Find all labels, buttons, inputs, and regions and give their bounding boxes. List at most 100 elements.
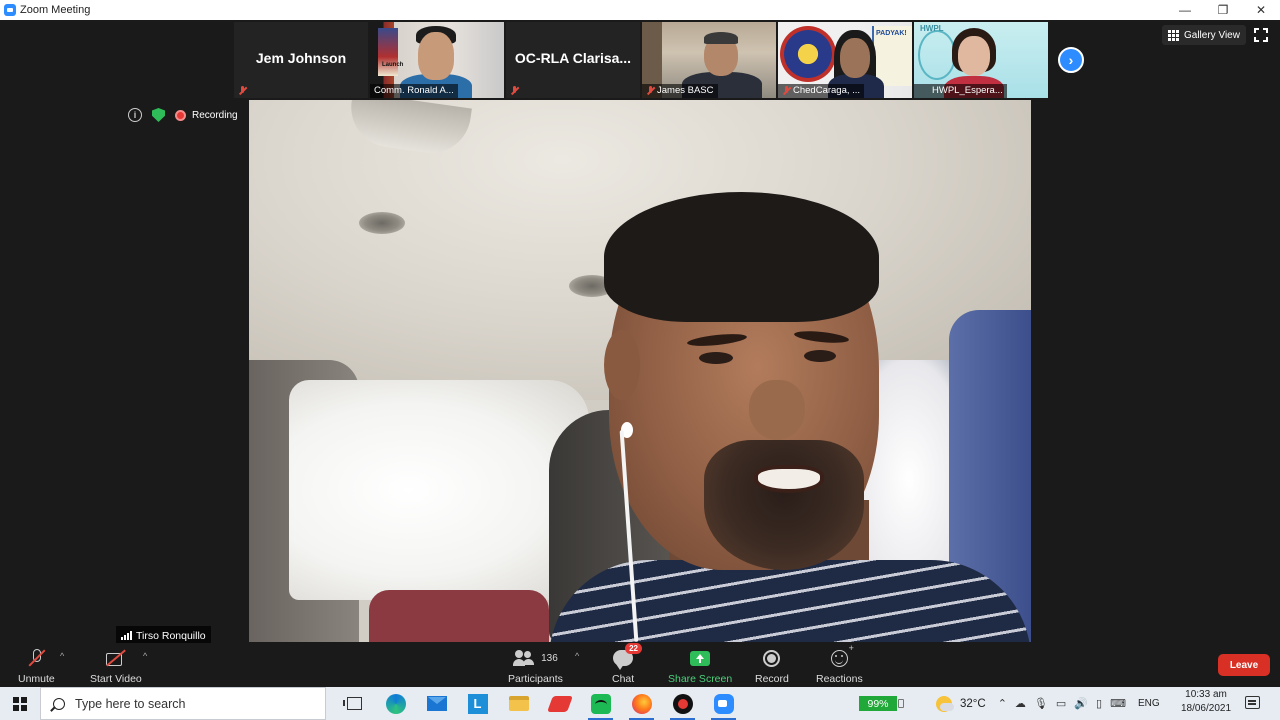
mail-app[interactable]: [416, 687, 457, 720]
window-controls: — ❐ ✕: [1166, 0, 1280, 20]
edge-app[interactable]: [375, 687, 416, 720]
participant-tile[interactable]: Launch Comm. Ronald A...: [370, 22, 504, 98]
video-off-icon: [105, 650, 127, 666]
zoom-window: Zoom Meeting — ❐ ✕ Jem Johnson Launch Co…: [0, 0, 1280, 720]
leave-button[interactable]: Leave: [1218, 654, 1270, 676]
edge-icon: [385, 693, 406, 714]
unmute-button[interactable]: Unmute: [18, 647, 55, 685]
striped-shirt: [549, 560, 1031, 642]
system-tray: 32°C ⌃ ☁ 🎙 ▭ 🔊 ▯ ⌨ ENG: [936, 687, 1160, 720]
taskbar-apps: L: [334, 687, 744, 720]
cloud-icon[interactable]: ☁: [1015, 697, 1026, 710]
signal-strength-icon: [121, 631, 132, 640]
start-button[interactable]: [0, 687, 40, 720]
participant-tile[interactable]: PADYAK! ChedCaraga, ...: [778, 22, 912, 98]
fullscreen-button[interactable]: [1254, 28, 1268, 42]
participant-strip: Jem Johnson Launch Comm. Ronald A... OC-…: [234, 22, 1048, 98]
participant-tile[interactable]: James BASC: [642, 22, 776, 98]
share-screen-button[interactable]: Share Screen: [668, 647, 732, 685]
active-speaker-video: [249, 100, 1031, 642]
participant-tile[interactable]: HWPL HWPL_Espera...: [914, 22, 1048, 98]
clock-date: 18/06/2021: [1180, 703, 1232, 714]
mic-muted-icon: [238, 86, 247, 95]
meeting-info-icon[interactable]: i: [128, 108, 142, 122]
participants-count: 136: [541, 652, 558, 664]
participant-name-large: Jem Johnson: [255, 50, 347, 66]
participant-tile[interactable]: Jem Johnson: [234, 22, 368, 98]
banner-text: PADYAK!: [876, 30, 907, 37]
task-view-icon: [343, 697, 362, 710]
mic-muted-icon: [782, 86, 791, 95]
chat-label: Chat: [612, 673, 635, 685]
smile-icon: [830, 649, 848, 667]
battery-percentage[interactable]: 99%: [859, 696, 897, 711]
minimize-button[interactable]: —: [1166, 0, 1204, 20]
share-screen-icon: [690, 650, 711, 666]
task-view-button[interactable]: [334, 687, 375, 720]
close-button[interactable]: ✕: [1242, 0, 1280, 20]
weather-icon[interactable]: [936, 695, 954, 712]
start-video-button[interactable]: Start Video: [90, 647, 142, 685]
input-language[interactable]: ENG: [1138, 698, 1160, 709]
participant-tile[interactable]: OC-RLA Clarisa...: [506, 22, 640, 98]
participants-icon: [513, 650, 535, 666]
battery-icon[interactable]: ▭: [1056, 697, 1066, 710]
meeting-status: i Recording: [128, 108, 238, 122]
keyboard-icon[interactable]: ⌨: [1110, 697, 1126, 710]
recording-dot-icon: [175, 109, 186, 121]
zoom-app[interactable]: [703, 687, 744, 720]
chat-button[interactable]: 22 Chat: [612, 643, 642, 685]
recording-label: Recording: [192, 109, 238, 121]
reactions-button[interactable]: + Reactions: [816, 643, 863, 685]
taskbar-clock[interactable]: 10:33 am 18/06/2021: [1176, 688, 1236, 716]
taskbar-search-box[interactable]: Type here to search: [40, 687, 326, 720]
chevron-right-icon: ›: [1068, 52, 1074, 68]
spotify-app[interactable]: [580, 687, 621, 720]
participants-button[interactable]: 136 Participants: [508, 647, 563, 685]
notifications-icon[interactable]: [1245, 696, 1260, 709]
temperature[interactable]: 32°C: [960, 698, 986, 710]
record-button[interactable]: Record: [755, 647, 789, 685]
l-app-icon: L: [467, 693, 488, 714]
firefox-app[interactable]: [621, 687, 662, 720]
poster-image: [378, 28, 398, 76]
speaker-icon[interactable]: 🔊: [1074, 697, 1088, 710]
restore-button[interactable]: ❐: [1204, 0, 1242, 20]
participant-name-label: Comm. Ronald A...: [370, 84, 458, 98]
microphone-icon[interactable]: 🎙: [1034, 697, 1048, 710]
active-speaker-name-tag: Tirso Ronquillo: [116, 626, 211, 643]
emblem-logo: [918, 30, 956, 80]
search-placeholder: Type here to search: [75, 696, 186, 711]
search-icon: [53, 697, 65, 710]
spotify-icon: [590, 693, 611, 714]
record-icon: [763, 649, 781, 667]
reactions-label: Reactions: [816, 673, 863, 685]
mic-muted-icon: [510, 86, 519, 95]
record-label: Record: [755, 673, 789, 685]
emblem-text: HWPL: [920, 24, 944, 33]
participants-options-caret[interactable]: ^: [575, 651, 579, 661]
recording-indicator[interactable]: Recording: [175, 109, 238, 121]
l-app[interactable]: L: [457, 687, 498, 720]
screen-recorder-app[interactable]: [662, 687, 703, 720]
gallery-view-button[interactable]: Gallery View: [1162, 25, 1246, 45]
anydesk-app[interactable]: [539, 687, 580, 720]
file-explorer-app[interactable]: [498, 687, 539, 720]
folder-icon: [508, 696, 529, 711]
encryption-shield-icon[interactable]: [152, 108, 165, 122]
poster-caption: Launch: [382, 62, 404, 68]
video-options-caret[interactable]: ^: [143, 651, 147, 661]
recorder-icon: [672, 693, 693, 714]
car-window: [289, 380, 589, 600]
participant-name-label: HWPL_Espera...: [914, 84, 1007, 98]
title-bar: Zoom Meeting — ❐ ✕: [0, 0, 1280, 20]
chevron-up-icon[interactable]: ⌃: [998, 697, 1007, 710]
mic-muted-icon: [27, 648, 45, 668]
grid-icon: [1168, 29, 1179, 41]
share-screen-label: Share Screen: [668, 673, 733, 685]
network-icon[interactable]: ▯: [1096, 697, 1102, 710]
participant-name-large: OC-RLA Clarisa...: [514, 50, 632, 66]
next-page-button[interactable]: ›: [1058, 47, 1084, 73]
windows-logo-icon: [13, 696, 27, 711]
audio-options-caret[interactable]: ^: [60, 651, 64, 661]
